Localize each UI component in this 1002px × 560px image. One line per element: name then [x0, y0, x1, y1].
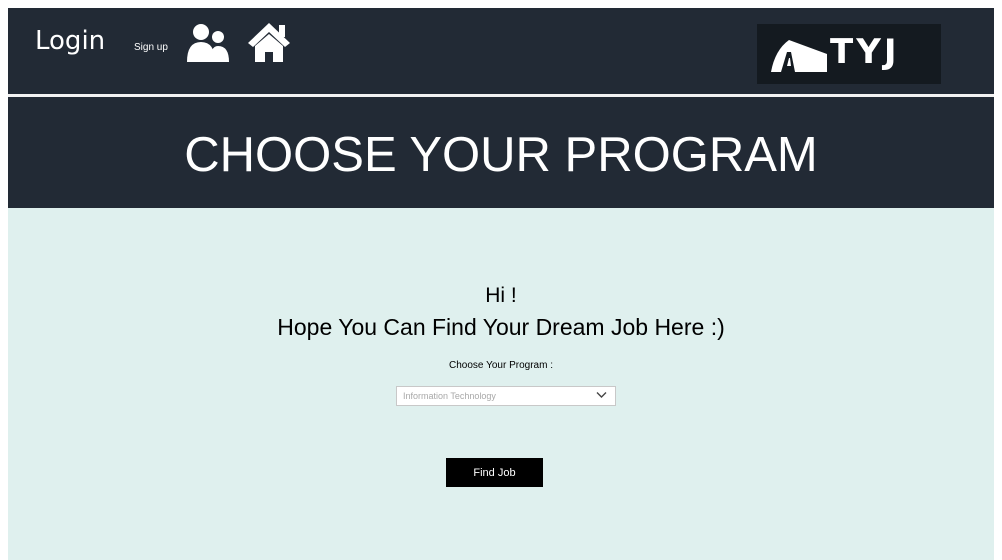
users-icon[interactable] — [187, 22, 229, 62]
logo-text: TYJ — [830, 32, 900, 72]
page-title: CHOOSE YOUR PROGRAM — [184, 128, 818, 182]
brand-logo: TYJ — [757, 24, 941, 84]
road-icon — [771, 40, 827, 72]
top-navbar: Login Sign up TYJ — [8, 8, 994, 94]
find-job-button[interactable]: Find Job — [446, 458, 543, 487]
signup-link[interactable]: Sign up — [134, 42, 168, 53]
program-select[interactable]: Information Technology — [396, 386, 616, 406]
home-icon[interactable] — [246, 21, 292, 63]
chevron-down-icon — [596, 392, 607, 398]
page: Login Sign up TYJ CHOOSE YOUR PROGRAM Hi… — [8, 8, 994, 560]
login-link[interactable]: Login — [35, 26, 105, 56]
greeting-text: Hi ! — [485, 284, 517, 307]
program-select-value: Information Technology — [403, 391, 496, 401]
page-banner: CHOOSE YOUR PROGRAM — [8, 97, 994, 208]
program-select-label: Choose Your Program : — [449, 360, 553, 371]
tagline-text: Hope You Can Find Your Dream Job Here :) — [277, 314, 725, 340]
